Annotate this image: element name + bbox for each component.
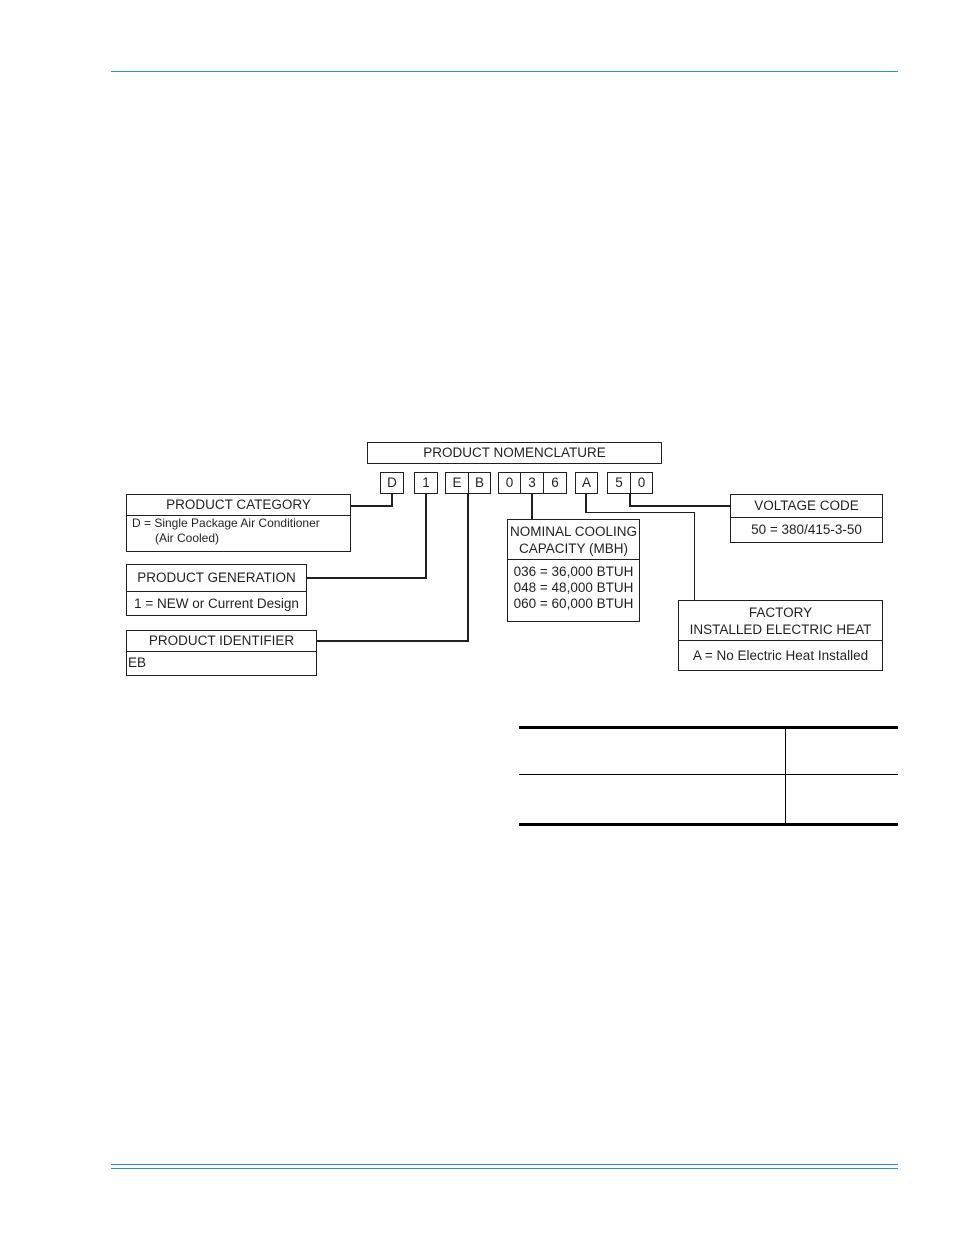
nomenclature-title-text: PRODUCT NOMENCLATURE <box>423 445 606 460</box>
capacity-option: 036 = 36,000 BTUH <box>513 564 634 579</box>
code-char-voltage-1: 5 <box>607 472 631 494</box>
product-generation-title: PRODUCT GENERATION <box>127 565 306 592</box>
capacity-title-line-2: CAPACITY (MBH) <box>518 541 628 556</box>
connector-line <box>531 493 533 520</box>
connector-line <box>694 512 695 601</box>
connector-line <box>425 493 427 579</box>
product-category-value: D = Single Package Air Conditioner <box>132 516 320 530</box>
capacity-option: 060 = 60,000 BTUH <box>513 596 634 611</box>
footer-rule-top <box>111 1164 898 1165</box>
electric-heat-title-line-1: FACTORY <box>748 605 813 620</box>
capacity-title-line-1: NOMINAL COOLING <box>509 524 638 539</box>
connector-line <box>585 512 695 513</box>
table-column-divider <box>785 728 786 824</box>
connector-line <box>585 493 587 513</box>
product-identifier-box: PRODUCT IDENTIFIER EB <box>126 630 317 676</box>
table-top-rule <box>519 726 898 729</box>
product-category-box: PRODUCT CATEGORY D = Single Package Air … <box>126 494 351 552</box>
product-category-note: (Air Cooled) <box>155 531 220 545</box>
connector-line <box>350 505 393 507</box>
footer-rule-bottom <box>111 1168 898 1169</box>
product-identifier-title: PRODUCT IDENTIFIER <box>127 631 316 652</box>
voltage-code-box: VOLTAGE CODE 50 = 380/415-3-50 <box>730 494 883 543</box>
code-char-capacity-3: 6 <box>543 472 567 494</box>
electric-heat-title-line-2: INSTALLED ELECTRIC HEAT <box>689 622 872 637</box>
code-char-identifier-2: B <box>468 472 491 494</box>
nomenclature-title: PRODUCT NOMENCLATURE <box>367 442 662 464</box>
code-char-product-category: D <box>380 472 404 494</box>
capacity-option: 048 = 48,000 BTUH <box>513 580 634 595</box>
code-char-electric-heat: A <box>575 472 598 494</box>
code-char-capacity-1: 0 <box>498 472 521 494</box>
code-char-capacity-2: 3 <box>520 472 544 494</box>
code-char-voltage-2: 0 <box>630 472 653 494</box>
header-rule <box>111 71 898 72</box>
code-char-product-generation: 1 <box>414 472 438 494</box>
connector-line <box>316 640 469 642</box>
code-char-identifier-1: E <box>445 472 469 494</box>
product-identifier-value: EB <box>128 655 147 670</box>
connector-line <box>306 577 427 579</box>
table-row-divider <box>519 774 898 775</box>
product-generation-value: 1 = NEW or Current Design <box>134 596 299 611</box>
electric-heat-box: FACTORY INSTALLED ELECTRIC HEAT A = No E… <box>678 600 883 671</box>
nominal-cooling-capacity-box: NOMINAL COOLING CAPACITY (MBH) 036 = 36,… <box>507 519 640 622</box>
voltage-code-value: 50 = 380/415-3-50 <box>751 522 862 537</box>
voltage-code-title: VOLTAGE CODE <box>731 495 882 518</box>
table-bottom-rule <box>519 823 898 826</box>
electric-heat-value: A = No Electric Heat Installed <box>692 648 869 663</box>
product-category-title: PRODUCT CATEGORY <box>127 495 350 516</box>
connector-line <box>467 493 469 642</box>
product-generation-box: PRODUCT GENERATION 1 = NEW or Current De… <box>126 564 307 616</box>
connector-line <box>629 505 731 507</box>
